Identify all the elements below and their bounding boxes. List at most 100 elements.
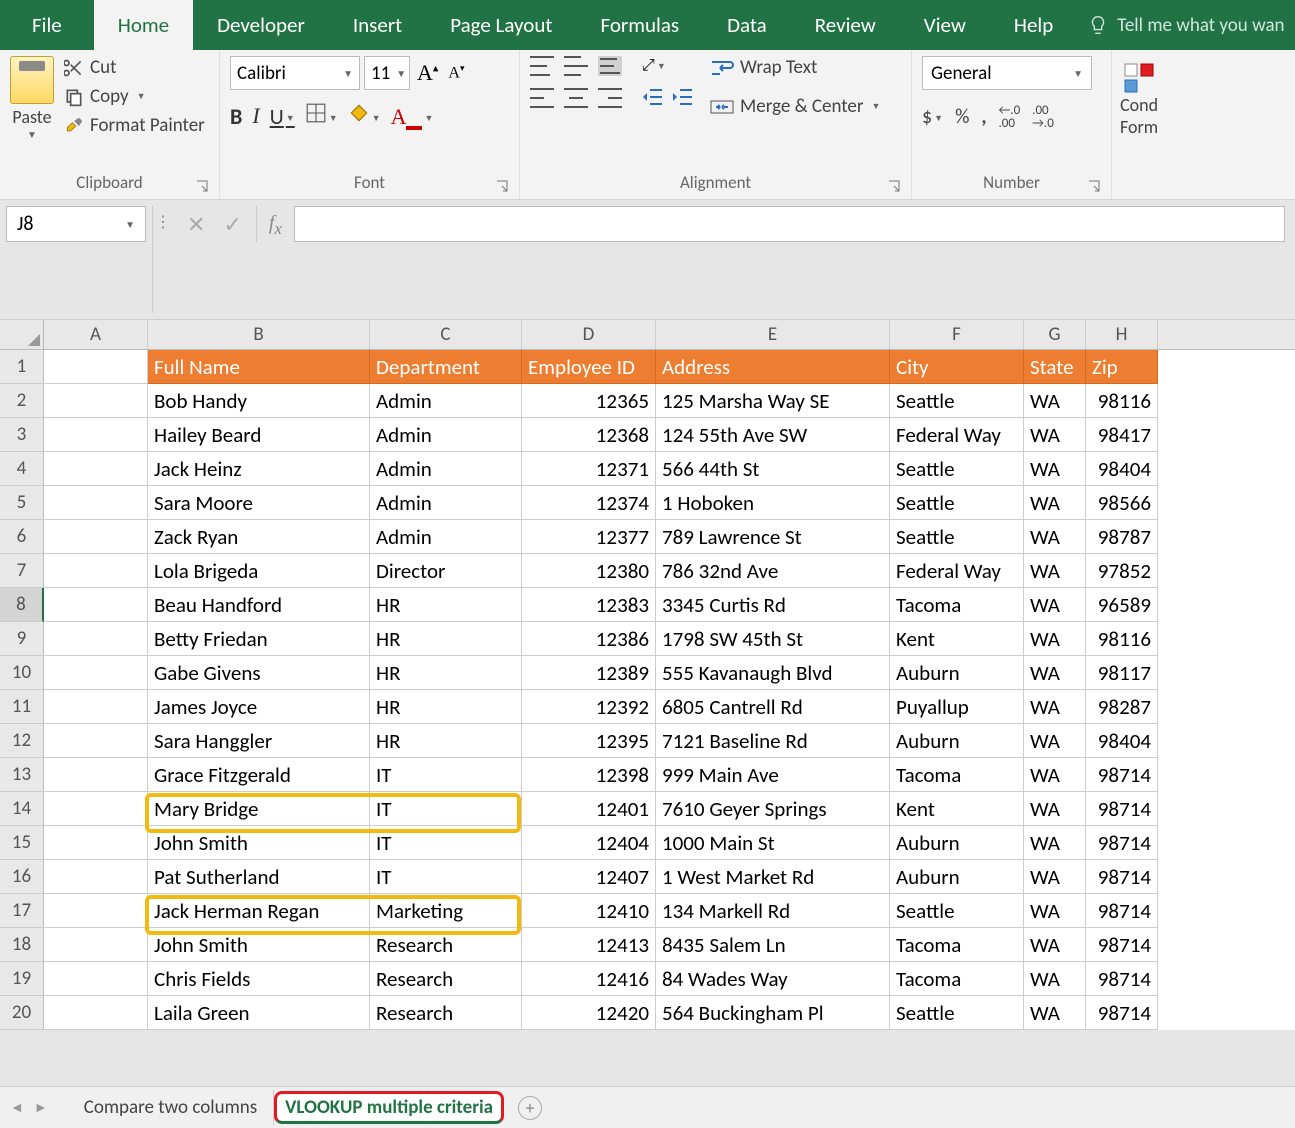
cell[interactable]: 12383 bbox=[522, 588, 656, 622]
cell[interactable]: City bbox=[890, 350, 1024, 384]
cell[interactable]: 12377 bbox=[522, 520, 656, 554]
cell[interactable] bbox=[44, 418, 148, 452]
cell[interactable]: Auburn bbox=[890, 860, 1024, 894]
cell[interactable]: 12392 bbox=[522, 690, 656, 724]
cell[interactable]: HR bbox=[370, 622, 522, 656]
dialog-launcher-icon[interactable] bbox=[887, 179, 901, 193]
cell[interactable]: 786 32nd Ave bbox=[656, 554, 890, 588]
cell[interactable]: 12404 bbox=[522, 826, 656, 860]
cell[interactable]: WA bbox=[1024, 928, 1086, 962]
cell[interactable]: 98787 bbox=[1086, 520, 1158, 554]
cell[interactable]: 566 44th St bbox=[656, 452, 890, 486]
cell[interactable]: Zack Ryan bbox=[148, 520, 370, 554]
enter-formula-button[interactable]: ✓ bbox=[223, 211, 241, 238]
row-header[interactable]: 11 bbox=[0, 690, 44, 724]
cell[interactable]: Auburn bbox=[890, 826, 1024, 860]
cell[interactable]: 12368 bbox=[522, 418, 656, 452]
cell[interactable]: Zip bbox=[1086, 350, 1158, 384]
cell[interactable]: Lola Brigeda bbox=[148, 554, 370, 588]
cell[interactable]: James Joyce bbox=[148, 690, 370, 724]
align-bottom-button[interactable] bbox=[598, 56, 622, 76]
tab-developer[interactable]: Developer bbox=[193, 0, 329, 50]
cell[interactable]: Admin bbox=[370, 384, 522, 418]
cut-button[interactable]: Cut bbox=[64, 56, 205, 79]
cell[interactable]: 1 West Market Rd bbox=[656, 860, 890, 894]
cell[interactable]: Beau Handford bbox=[148, 588, 370, 622]
cell[interactable]: WA bbox=[1024, 554, 1086, 588]
orientation-button[interactable]: ⤢▼ bbox=[642, 56, 666, 76]
copy-button[interactable]: Copy▼ bbox=[64, 85, 205, 108]
comma-format-button[interactable]: , bbox=[981, 105, 986, 129]
cell[interactable]: 12410 bbox=[522, 894, 656, 928]
cell[interactable]: 999 Main Ave bbox=[656, 758, 890, 792]
cell[interactable]: Department bbox=[370, 350, 522, 384]
cell[interactable]: Marketing bbox=[370, 894, 522, 928]
cell[interactable]: Federal Way bbox=[890, 554, 1024, 588]
sheet-tab-active[interactable]: VLOOKUP multiple criteria bbox=[274, 1091, 504, 1124]
row-header[interactable]: 3 bbox=[0, 418, 44, 452]
cell[interactable]: State bbox=[1024, 350, 1086, 384]
cell[interactable]: 98714 bbox=[1086, 962, 1158, 996]
cell[interactable]: Tacoma bbox=[890, 588, 1024, 622]
format-painter-button[interactable]: Format Painter bbox=[64, 114, 205, 137]
row-header[interactable]: 7 bbox=[0, 554, 44, 588]
cell[interactable]: WA bbox=[1024, 452, 1086, 486]
cell[interactable]: 98116 bbox=[1086, 622, 1158, 656]
cell[interactable]: IT bbox=[370, 792, 522, 826]
cell[interactable]: Auburn bbox=[890, 656, 1024, 690]
cell[interactable]: Admin bbox=[370, 520, 522, 554]
cell[interactable]: 12380 bbox=[522, 554, 656, 588]
cell[interactable]: 98714 bbox=[1086, 928, 1158, 962]
cell[interactable]: Kent bbox=[890, 792, 1024, 826]
row-header[interactable]: 13 bbox=[0, 758, 44, 792]
underline-button[interactable]: U▼ bbox=[270, 103, 295, 130]
cell[interactable]: WA bbox=[1024, 792, 1086, 826]
tab-review[interactable]: Review bbox=[791, 0, 900, 50]
cell[interactable]: Kent bbox=[890, 622, 1024, 656]
cell[interactable]: 12395 bbox=[522, 724, 656, 758]
cell[interactable]: 7610 Geyer Springs bbox=[656, 792, 890, 826]
tab-formulas[interactable]: Formulas bbox=[576, 0, 703, 50]
cell[interactable] bbox=[44, 384, 148, 418]
cell[interactable]: WA bbox=[1024, 622, 1086, 656]
cell[interactable]: Address bbox=[656, 350, 890, 384]
row-header[interactable]: 14 bbox=[0, 792, 44, 826]
cell[interactable] bbox=[44, 486, 148, 520]
col-header[interactable]: A bbox=[44, 320, 148, 349]
cell[interactable]: WA bbox=[1024, 588, 1086, 622]
row-header[interactable]: 5 bbox=[0, 486, 44, 520]
cell[interactable] bbox=[44, 928, 148, 962]
increase-indent-button[interactable] bbox=[672, 88, 694, 111]
italic-button[interactable]: I bbox=[252, 103, 259, 129]
row-header[interactable]: 19 bbox=[0, 962, 44, 996]
row-header[interactable]: 6 bbox=[0, 520, 44, 554]
col-header[interactable]: D bbox=[522, 320, 656, 349]
cell[interactable]: HR bbox=[370, 724, 522, 758]
cell[interactable]: 12420 bbox=[522, 996, 656, 1030]
cell[interactable]: 12398 bbox=[522, 758, 656, 792]
tab-view[interactable]: View bbox=[900, 0, 990, 50]
cell[interactable]: 1 Hoboken bbox=[656, 486, 890, 520]
cell[interactable]: IT bbox=[370, 758, 522, 792]
sheet-nav-next[interactable]: ► bbox=[34, 1099, 48, 1116]
cell[interactable]: 7121 Baseline Rd bbox=[656, 724, 890, 758]
col-header[interactable]: B bbox=[148, 320, 370, 349]
row-header[interactable]: 18 bbox=[0, 928, 44, 962]
cell[interactable]: 98417 bbox=[1086, 418, 1158, 452]
cell[interactable]: IT bbox=[370, 826, 522, 860]
cell[interactable]: 98714 bbox=[1086, 826, 1158, 860]
cell[interactable]: Tacoma bbox=[890, 962, 1024, 996]
cell[interactable]: 6805 Cantrell Rd bbox=[656, 690, 890, 724]
cell[interactable]: 98714 bbox=[1086, 758, 1158, 792]
cell[interactable]: HR bbox=[370, 588, 522, 622]
cell[interactable]: 12386 bbox=[522, 622, 656, 656]
paste-button[interactable]: Paste ▼ bbox=[10, 56, 54, 141]
font-size-select[interactable]: 11▼ bbox=[364, 56, 410, 90]
cell[interactable]: Employee ID bbox=[522, 350, 656, 384]
cell[interactable]: Tacoma bbox=[890, 928, 1024, 962]
cell[interactable]: John Smith bbox=[148, 928, 370, 962]
cell[interactable] bbox=[44, 690, 148, 724]
cell[interactable]: 1798 SW 45th St bbox=[656, 622, 890, 656]
align-middle-button[interactable] bbox=[564, 56, 588, 76]
cell[interactable]: IT bbox=[370, 860, 522, 894]
